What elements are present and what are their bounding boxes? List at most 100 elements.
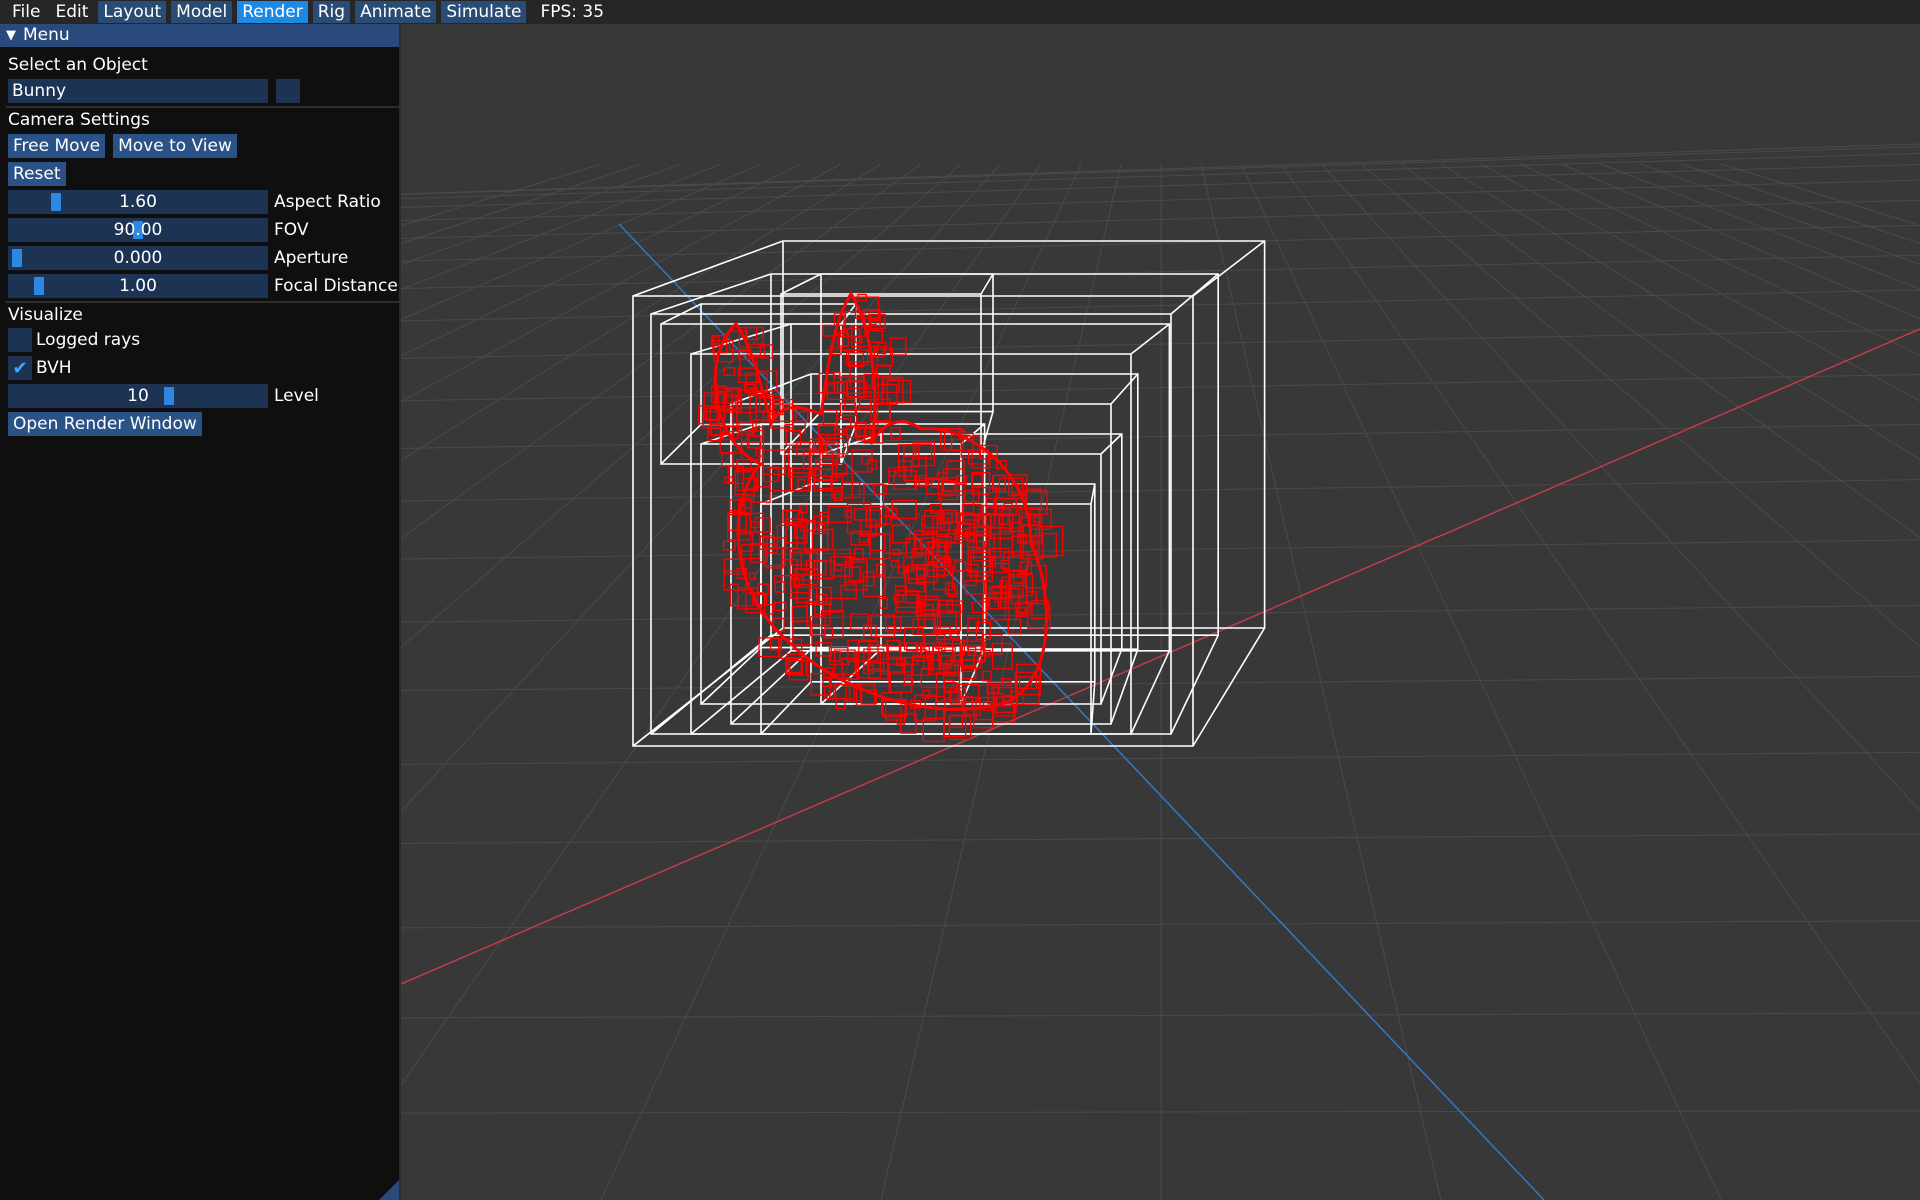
mode-rig[interactable]: Rig (312, 1, 351, 23)
bvh-leaf-box (982, 670, 992, 682)
bvh-leaf-box (999, 580, 1008, 587)
bvh-label: BVH (36, 358, 72, 378)
bvh-leaf-box (1007, 618, 1022, 635)
bvh-leaf-box (869, 533, 891, 560)
menu-file[interactable]: File (7, 1, 45, 23)
free-move-button[interactable]: Free Move (8, 134, 106, 158)
aspect-ratio-row: 1.60 Aspect Ratio (8, 190, 381, 214)
mode-model[interactable]: Model (171, 1, 233, 23)
bvh-leaf-box (789, 548, 812, 576)
slider-value: 10 (127, 386, 149, 406)
slider-value: 1.60 (119, 192, 157, 212)
combo-arrow-button[interactable] (276, 79, 300, 103)
move-to-view-button[interactable]: Move to View (113, 134, 237, 158)
bvh-leaf-box (853, 508, 868, 521)
viewport-canvas[interactable] (401, 24, 1920, 1200)
logged-rays-row: Logged rays (8, 328, 140, 352)
bvh-leaf-box (861, 454, 871, 465)
visualize-heading-row: Visualize (8, 304, 83, 326)
bvh-row: ✔ BVH (8, 356, 72, 380)
bvh-leaf-box (895, 594, 918, 613)
object-combo-row: Bunny (8, 79, 300, 103)
open-render-window-button[interactable]: Open Render Window (8, 412, 202, 436)
bvh-leaf-box (1024, 490, 1048, 515)
reset-row: Reset (8, 162, 74, 186)
mode-render[interactable]: Render (237, 1, 308, 23)
grid-line (1280, 163, 1920, 1085)
ground-grid (401, 143, 1920, 1200)
focal-distance-slider[interactable]: 1.00 (8, 274, 268, 298)
bvh-leaf-box (897, 590, 920, 609)
bvh-leaf-box (839, 402, 857, 417)
render-window-row: Open Render Window (8, 412, 210, 436)
focal-distance-label: Focal Distance (274, 276, 398, 296)
aperture-label: Aperture (274, 248, 349, 268)
separator (6, 106, 401, 108)
bvh-leaf-box (930, 503, 942, 514)
grid-line (1640, 163, 1920, 265)
bvh-leaf-box (722, 540, 736, 551)
panel-title: Menu (23, 25, 70, 45)
camera-heading-row: Camera Settings (8, 109, 150, 131)
separator (6, 301, 401, 303)
grid-line (1320, 163, 1920, 812)
slider-value: 0.000 (113, 248, 163, 268)
focal-distance-row: 1.00 Focal Distance (8, 274, 398, 298)
bvh-leaf-box (850, 613, 870, 630)
object-select[interactable]: Bunny (8, 79, 268, 103)
grid-line (1200, 163, 1442, 1200)
bvh-leaf-box (814, 603, 831, 615)
bvh-leaf-box (811, 528, 834, 550)
fov-label: FOV (274, 220, 309, 240)
fov-slider[interactable]: 90.00 (8, 218, 268, 242)
slider-value: 90.00 (113, 220, 163, 240)
resize-grip[interactable] (379, 1180, 399, 1200)
bvh-leaf-box (796, 586, 818, 604)
aperture-slider[interactable]: 0.000 (8, 246, 268, 270)
bvh-leaf-box (793, 526, 805, 539)
grid-line (401, 163, 682, 266)
grid-line (401, 163, 602, 227)
collapse-triangle-icon[interactable]: ▼ (6, 24, 16, 47)
aspect-ratio-label: Aspect Ratio (274, 192, 381, 212)
bvh-leaf-box (773, 575, 783, 583)
bvh-leaf-box (1000, 559, 1010, 569)
level-slider[interactable]: 10 (8, 384, 268, 408)
logged-rays-checkbox[interactable] (8, 328, 32, 352)
bvh-leaf-box (791, 605, 808, 623)
panel-title-bar[interactable]: ▼ Menu (0, 24, 399, 47)
bvh-leaf-box (877, 342, 887, 355)
bvh-leaf-box (888, 470, 897, 477)
bvh-leaf-box (730, 589, 754, 607)
bvh-leaf-box (991, 684, 999, 694)
mode-layout[interactable]: Layout (98, 1, 167, 23)
fov-row: 90.00 FOV (8, 218, 309, 242)
bvh-leaf-box (809, 616, 826, 636)
fps-counter: FPS: 35 (540, 2, 605, 22)
grid-line (1400, 163, 1920, 539)
bvh-leaf-box (845, 381, 861, 398)
camera-settings-heading: Camera Settings (8, 110, 150, 130)
bvh-leaf-box (859, 398, 872, 412)
reset-button[interactable]: Reset (8, 162, 66, 186)
bvh-leaf-box (774, 601, 787, 611)
select-object-row: Select an Object (8, 54, 148, 76)
mode-animate[interactable]: Animate (355, 1, 437, 23)
menu-edit[interactable]: Edit (50, 1, 93, 23)
3d-viewport[interactable] (401, 24, 1920, 1200)
mode-simulate[interactable]: Simulate (441, 1, 527, 23)
aspect-ratio-slider[interactable]: 1.60 (8, 190, 268, 214)
visualize-heading: Visualize (8, 305, 83, 325)
level-label: Level (274, 386, 319, 406)
bvh-leaf-box (840, 584, 857, 600)
bvh-leaf-box (949, 714, 964, 728)
grid-line (1720, 163, 1920, 226)
grid-line (1480, 163, 1920, 402)
bvh-leaf-box (862, 571, 875, 587)
grid-line (1440, 163, 1920, 460)
grid-line (1520, 163, 1920, 356)
bvh-checkbox[interactable]: ✔ (8, 356, 32, 380)
grid-line (1560, 163, 1920, 320)
select-object-label: Select an Object (8, 55, 148, 75)
bvh-leaf-boxes (697, 291, 1064, 743)
